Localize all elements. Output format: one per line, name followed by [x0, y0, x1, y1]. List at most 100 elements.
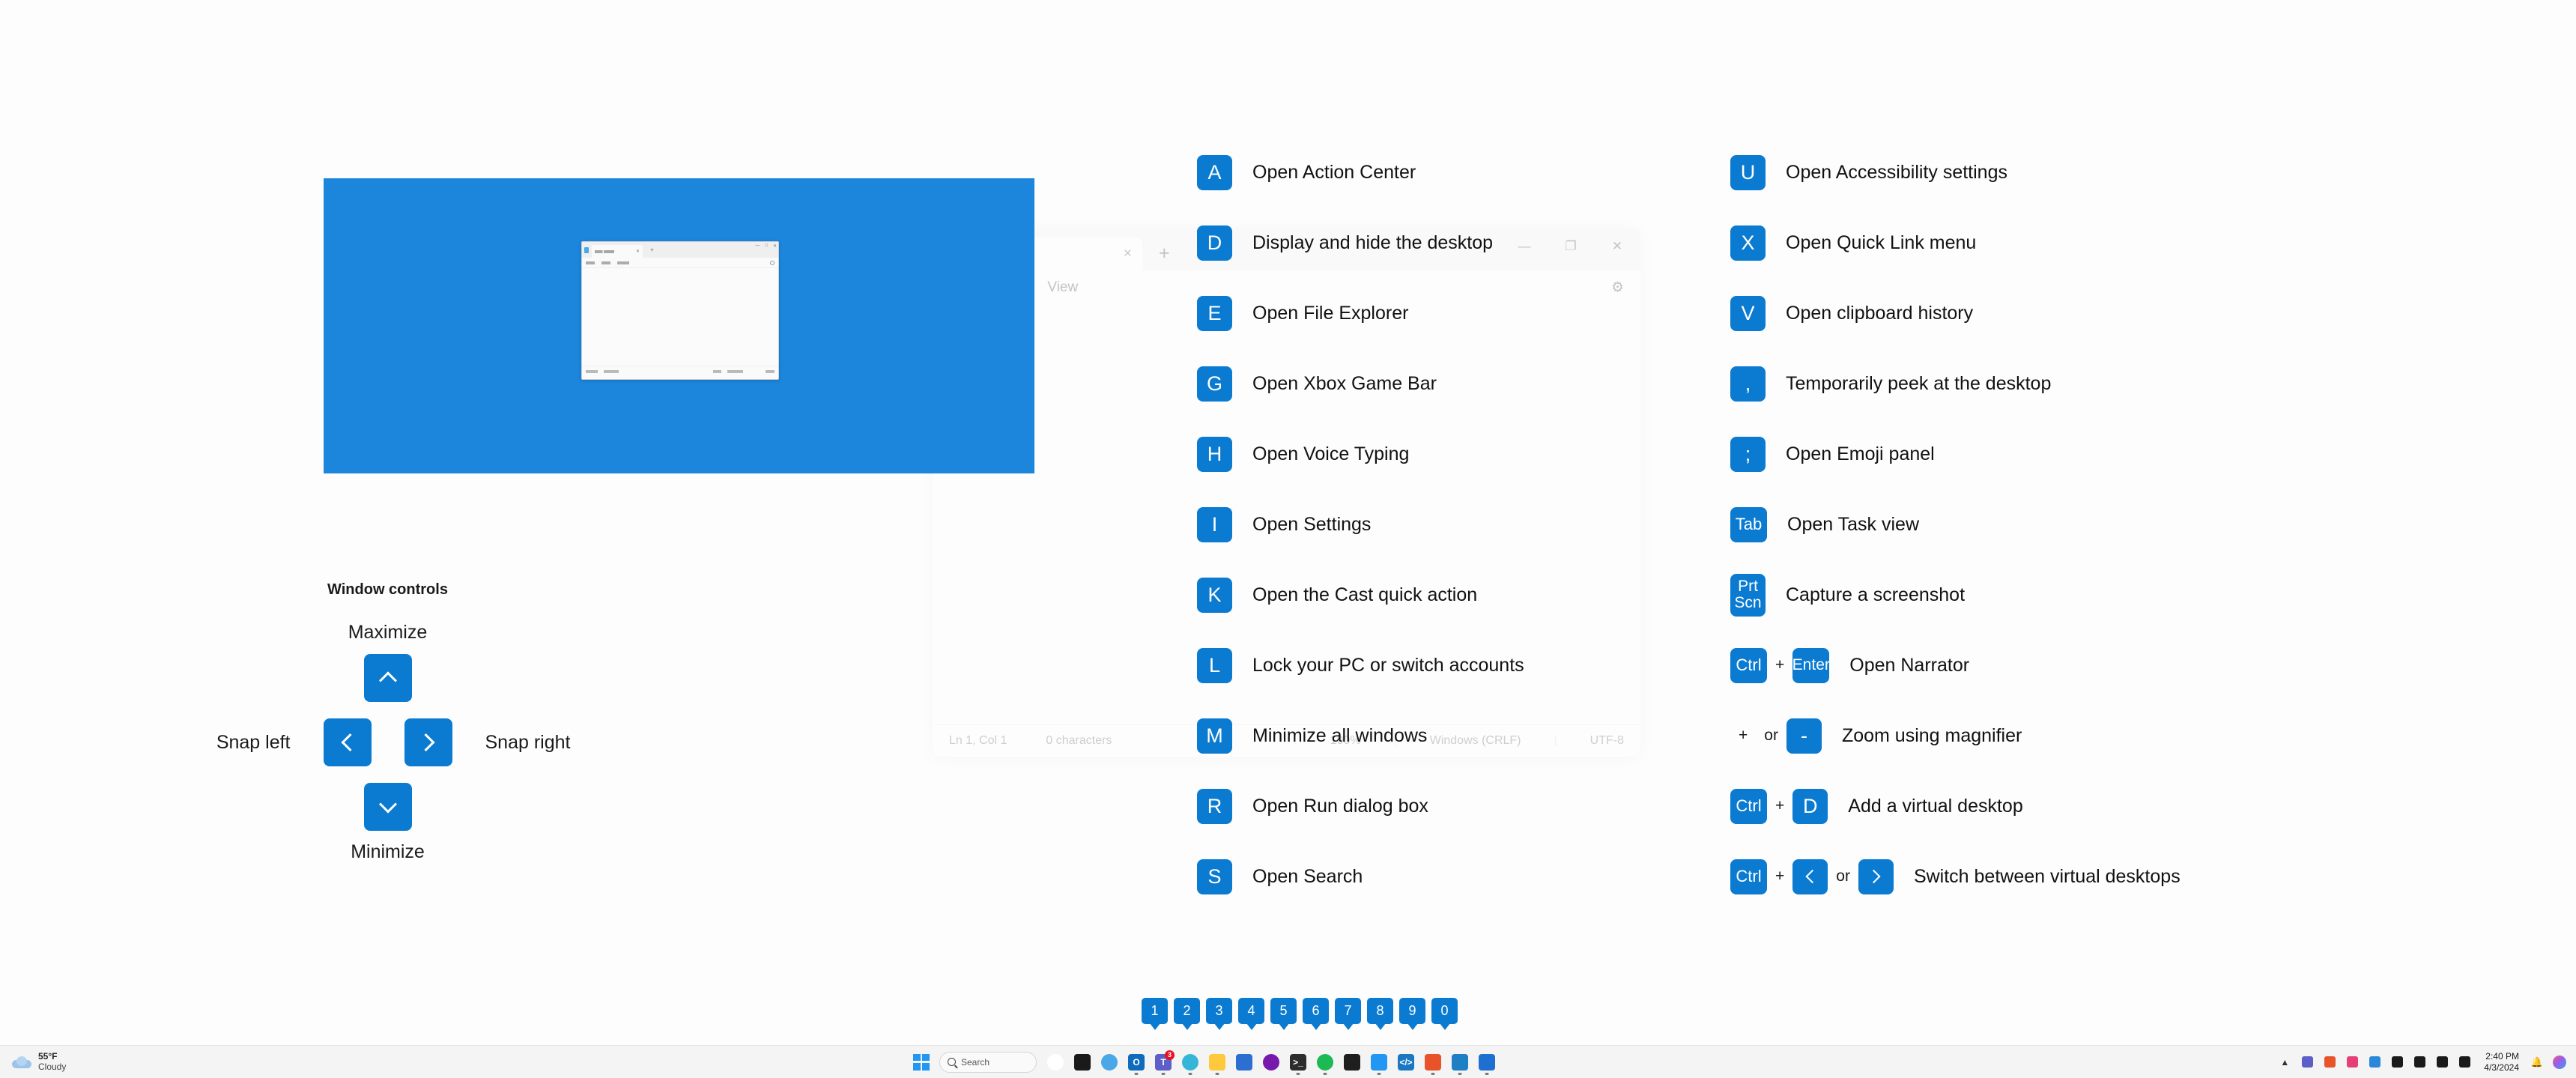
key-prt-scn[interactable]: Prt Scn — [1730, 573, 1766, 617]
minimize-key[interactable] — [363, 783, 412, 831]
number-key-7[interactable]: 7 — [1335, 998, 1361, 1024]
windows-start-icon[interactable] — [913, 1053, 930, 1071]
settings-icon — [1479, 1053, 1495, 1071]
shortcut-row: L Lock your PC or switch accounts — [1197, 630, 1524, 700]
taskbar-app-outlook-new[interactable]: O — [1125, 1051, 1148, 1075]
search-input[interactable]: Search — [939, 1051, 1037, 1073]
weather-widget[interactable]: 55°F Cloudy — [0, 1050, 172, 1073]
maximize-key[interactable] — [363, 654, 412, 702]
taskbar-app-edge[interactable] — [1179, 1051, 1201, 1075]
key-r[interactable]: R — [1197, 788, 1232, 824]
taskbar-app-teams-new[interactable]: T3 — [1152, 1050, 1175, 1075]
number-key-6[interactable]: 6 — [1303, 998, 1329, 1024]
number-key-2[interactable]: 2 — [1174, 998, 1200, 1024]
phone-link-tray-icon[interactable] — [2322, 1055, 2337, 1070]
key-;[interactable]: ; — [1730, 436, 1766, 472]
key-,[interactable]: , — [1730, 366, 1766, 402]
number-key-9[interactable]: 9 — [1399, 998, 1425, 1024]
taskbar-center: Search O T 3 >_ </> — [913, 1050, 1500, 1075]
number-key-5[interactable]: 5 — [1270, 998, 1297, 1024]
key-ctrl[interactable]: Ctrl — [1730, 788, 1767, 824]
number-key-8[interactable]: 8 — [1367, 998, 1393, 1024]
status-characters: 0 characters — [1046, 733, 1112, 747]
close-button[interactable]: ✕ — [1594, 228, 1640, 264]
status-divider: | — [1554, 733, 1557, 747]
key-v[interactable]: V — [1730, 295, 1766, 331]
key-ctrl[interactable]: Ctrl — [1730, 859, 1767, 894]
shortcut-row: , Temporarily peek at the desktop — [1730, 348, 2180, 419]
taskbar-app-store-blue[interactable] — [1368, 1051, 1390, 1075]
taskbar-app-edge-profile[interactable] — [1098, 1051, 1121, 1074]
running-indicator — [1377, 1072, 1381, 1075]
key-x[interactable]: X — [1730, 225, 1766, 261]
close-tab-icon[interactable]: × — [1124, 246, 1132, 262]
taskbar-app-code-snippet[interactable]: </> — [1395, 1051, 1417, 1074]
teams-tray-icon[interactable] — [2300, 1055, 2315, 1070]
key-u[interactable]: U — [1730, 154, 1766, 190]
key-d[interactable]: D — [1792, 788, 1828, 824]
bell-icon[interactable]: 🔔 — [2530, 1055, 2545, 1070]
new-tab-button: + — [650, 246, 654, 253]
key-d[interactable]: D — [1197, 225, 1232, 261]
privacy-tray-icon[interactable] — [2389, 1055, 2404, 1070]
taskbar-app-terminal[interactable]: >_ — [1287, 1051, 1309, 1075]
desktop-preview-panel: ✕ + — □ ✕ — [324, 178, 1034, 473]
shortcut-row: R Open Run dialog box — [1197, 771, 1524, 841]
shortcut-row: H Open Voice Typing — [1197, 419, 1524, 489]
taskbar-app-settings[interactable] — [1476, 1051, 1498, 1075]
key-k[interactable]: K — [1197, 577, 1232, 613]
key-tab[interactable]: Tab — [1730, 506, 1767, 542]
chevron-up-icon[interactable]: ▲ — [2277, 1057, 2292, 1068]
taskbar-app-microsoft-store[interactable] — [1233, 1051, 1255, 1074]
battery-tray-icon[interactable] — [2457, 1055, 2472, 1070]
taskbar-app-file-explorer-dark[interactable] — [1071, 1051, 1094, 1074]
key-i[interactable]: I — [1197, 506, 1232, 542]
plus-separator: + — [1775, 656, 1785, 673]
copilot-icon[interactable] — [2552, 1055, 2567, 1070]
chevron-up-icon — [380, 670, 396, 686]
or-separator: or — [1764, 727, 1778, 744]
key-m[interactable]: M — [1197, 718, 1232, 754]
maximize-label-row: Maximize — [0, 622, 775, 654]
key-ctrl[interactable]: Ctrl — [1730, 647, 1767, 683]
number-key-0[interactable]: 0 — [1431, 998, 1458, 1024]
menu-view[interactable]: View — [1047, 279, 1078, 296]
new-tab-button[interactable]: + — [1159, 243, 1170, 264]
snap-left-key[interactable] — [323, 718, 372, 766]
key-h[interactable]: H — [1197, 436, 1232, 472]
taskbar-app-copilot[interactable] — [1044, 1051, 1067, 1074]
running-indicator — [1296, 1072, 1300, 1075]
key--[interactable]: - — [1786, 718, 1822, 754]
taskbar-app-file-explorer[interactable] — [1206, 1051, 1228, 1075]
copilot-tray-icon-glyph — [2346, 1056, 2358, 1068]
taskbar-app-browser-purple[interactable] — [1260, 1051, 1282, 1074]
taskbar-app-phone-link[interactable] — [1422, 1051, 1444, 1075]
taskbar-app-figma[interactable] — [1341, 1051, 1363, 1074]
network-tray-icon[interactable] — [2412, 1055, 2427, 1070]
key-e[interactable]: E — [1197, 295, 1232, 331]
key-a[interactable]: A — [1197, 154, 1232, 190]
shortcut-description: Lock your PC or switch accounts — [1252, 654, 1524, 676]
number-key-4[interactable]: 4 — [1238, 998, 1264, 1024]
key-arrow-left[interactable] — [1792, 859, 1828, 894]
number-key-1[interactable]: 1 — [1142, 998, 1168, 1024]
key-s[interactable]: S — [1197, 859, 1232, 894]
onedrive-tray-icon[interactable] — [2367, 1055, 2382, 1070]
gear-icon[interactable]: ⚙ — [1611, 279, 1624, 297]
key-arrow-right[interactable] — [1858, 859, 1894, 894]
weather-temperature: 55°F — [38, 1050, 58, 1062]
volume-tray-icon[interactable] — [2434, 1055, 2449, 1070]
snap-right-key[interactable] — [404, 718, 452, 766]
battery-tray-icon-glyph — [2458, 1056, 2470, 1068]
privacy-tray-icon-glyph — [2391, 1056, 2403, 1068]
copilot-tray-icon[interactable] — [2345, 1055, 2360, 1070]
key-enter[interactable]: Enter — [1792, 647, 1830, 683]
key-g[interactable]: G — [1197, 366, 1232, 402]
maximize-button[interactable]: ❐ — [1548, 228, 1594, 264]
number-key-3[interactable]: 3 — [1206, 998, 1232, 1024]
taskbar-app-spotify[interactable] — [1314, 1051, 1336, 1075]
clock[interactable]: 2:40 PM 4/3/2024 — [2484, 1051, 2519, 1073]
key-l[interactable]: L — [1197, 647, 1232, 683]
taskbar-app-visual-studio-code[interactable] — [1449, 1051, 1471, 1075]
mini-tab-label — [595, 249, 614, 253]
